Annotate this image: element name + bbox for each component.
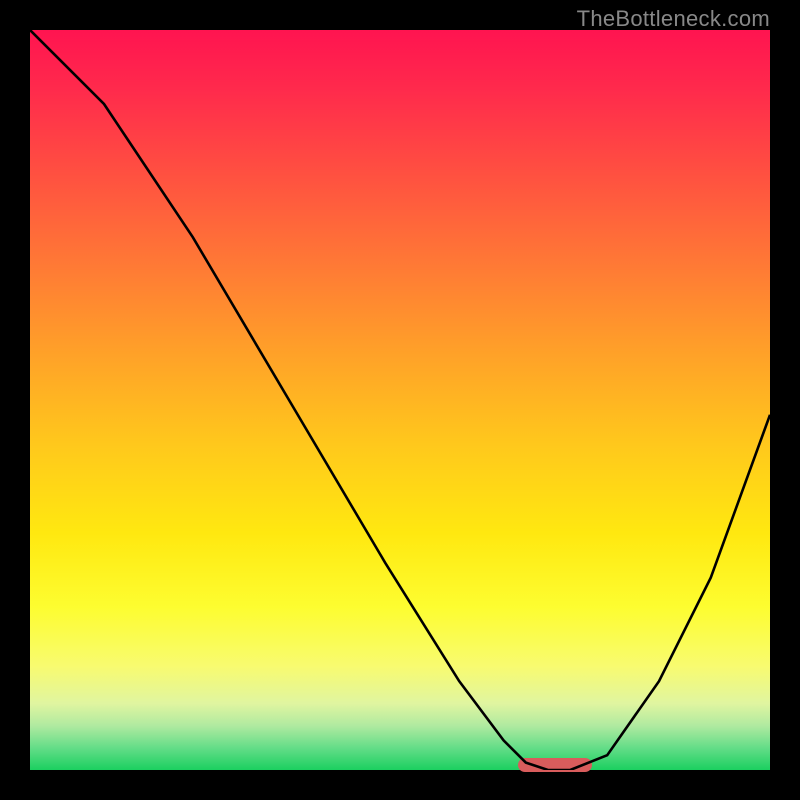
watermark: TheBottleneck.com bbox=[577, 6, 770, 32]
bottleneck-curve bbox=[30, 30, 770, 770]
chart-container: TheBottleneck.com bbox=[0, 0, 800, 800]
curve-svg bbox=[30, 30, 770, 770]
